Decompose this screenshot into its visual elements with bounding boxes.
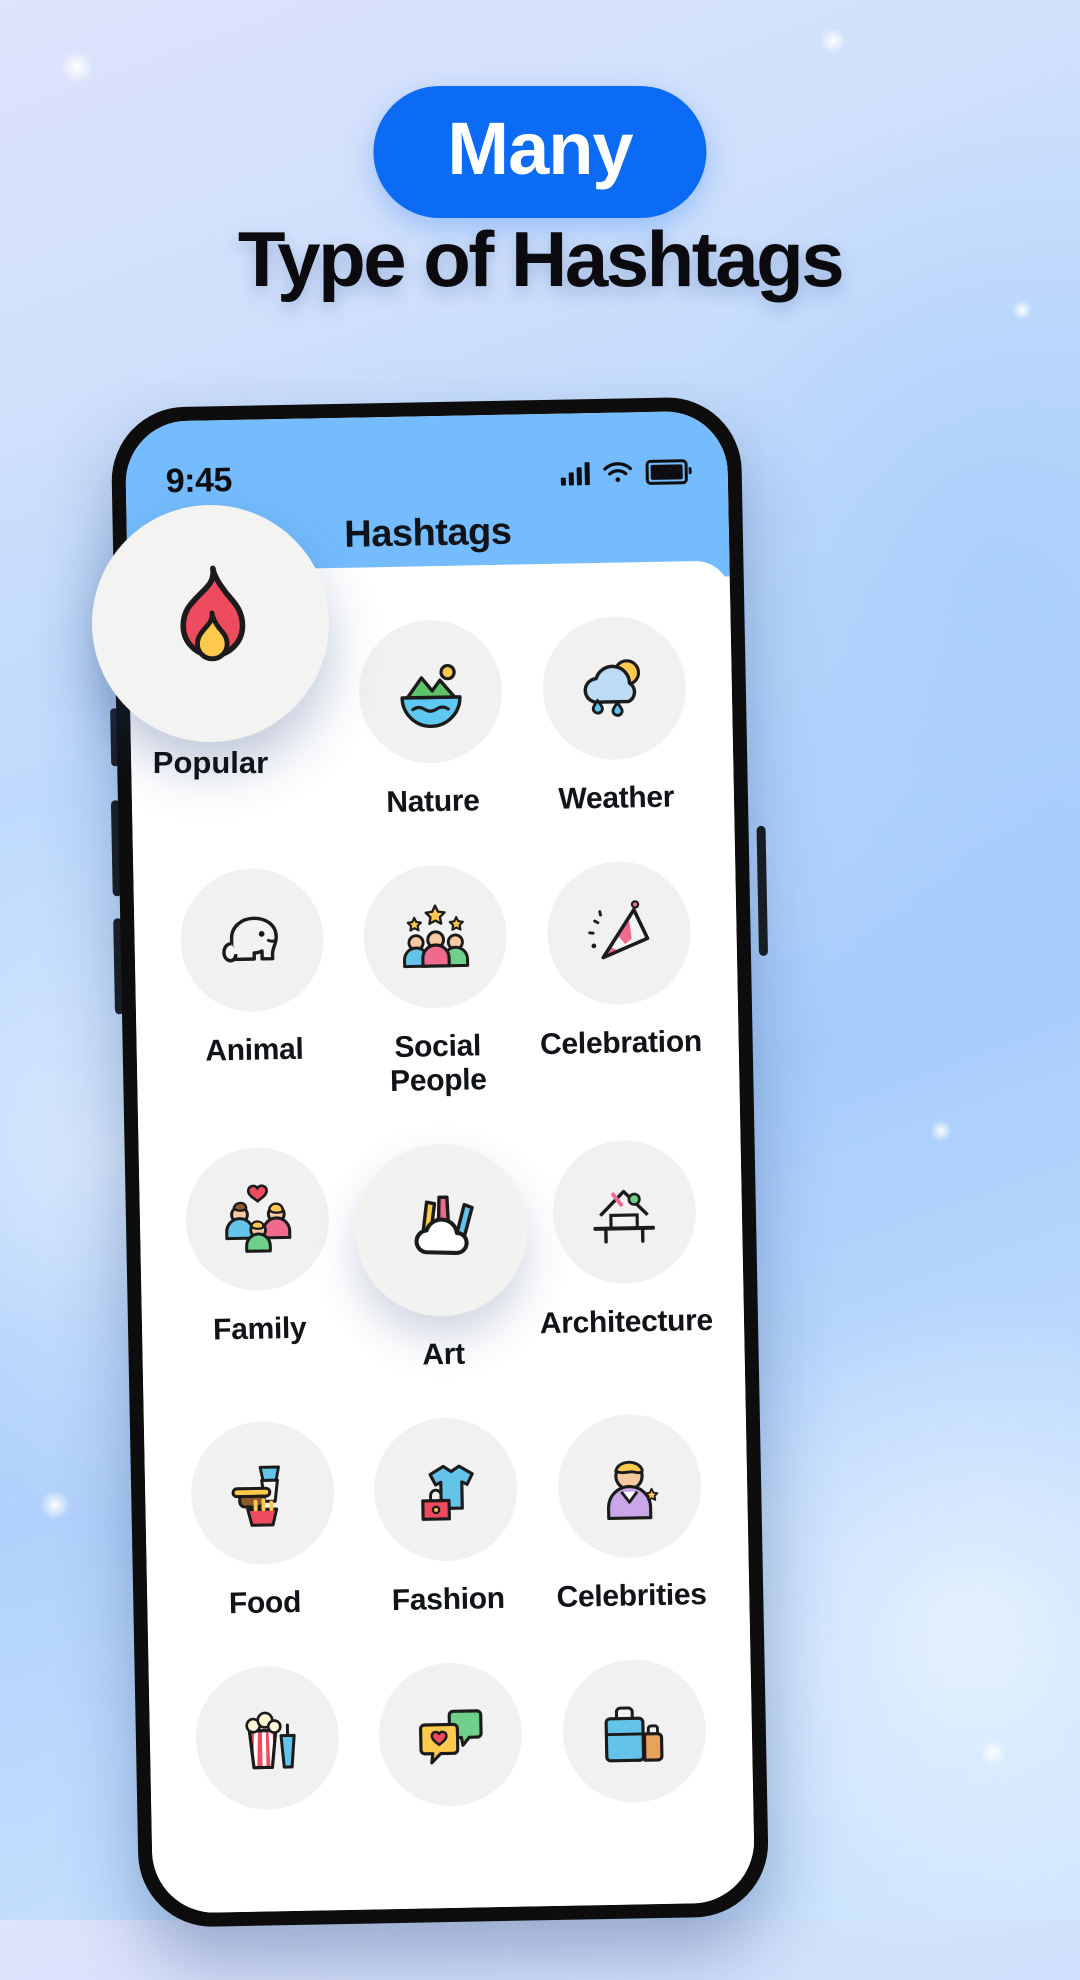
battery-full-icon [645, 458, 688, 485]
category-item-food[interactable]: Food [170, 1420, 357, 1622]
category-item-weather[interactable]: Weather [521, 615, 708, 817]
category-item-social-people[interactable]: Social People [343, 863, 531, 1099]
flame-icon [179, 565, 245, 661]
bokeh-dot [40, 1490, 70, 1520]
bokeh-dot [980, 1740, 1006, 1766]
category-item-fashion[interactable]: Fashion [353, 1416, 540, 1618]
category-label: Food [228, 1585, 302, 1621]
category-grid: Popular Nature [128, 596, 753, 1833]
category-label: Celebration [539, 1025, 703, 1062]
phone-power-button [756, 825, 769, 956]
travel-icon [604, 1705, 664, 1762]
bokeh-dot [930, 1120, 952, 1142]
elephant-icon [221, 916, 278, 962]
bokeh-dot [820, 28, 846, 54]
promo-badge: Many [373, 86, 707, 218]
chat-icon [418, 1708, 483, 1765]
nature-icon [400, 663, 462, 728]
category-label-popular: Popular [152, 745, 269, 780]
category-label: Social People [389, 1029, 487, 1099]
category-label: Family [212, 1311, 307, 1347]
category-item-animal[interactable]: Animal [159, 867, 347, 1103]
popcorn-icon [245, 1711, 296, 1769]
category-label: Celebrities [556, 1578, 707, 1614]
category-item-travel[interactable] [541, 1658, 727, 1826]
category-label: Fashion [391, 1581, 506, 1618]
food-icon [231, 1465, 280, 1527]
weather-icon [583, 658, 641, 717]
bokeh-dot [60, 50, 94, 84]
category-item-celebration[interactable]: Celebration [526, 860, 714, 1096]
category-label: Nature [386, 784, 480, 820]
category-item-family[interactable]: Family [165, 1146, 353, 1377]
signal-bars-icon [560, 461, 590, 486]
category-item-movies[interactable] [175, 1665, 361, 1833]
family-icon [224, 1183, 291, 1253]
architecture-icon [593, 1189, 656, 1243]
status-icons [560, 458, 688, 486]
category-label: Weather [558, 780, 675, 816]
people-icon [402, 903, 470, 968]
promo-headline: Type of Hashtags [237, 215, 845, 303]
category-label: Art [422, 1337, 466, 1372]
category-item-celebrities[interactable]: Celebrities [536, 1413, 723, 1615]
category-item-art[interactable]: Art [348, 1142, 536, 1373]
status-clock: 9:45 [165, 460, 233, 500]
art-icon [414, 1195, 474, 1255]
celebrity-icon [607, 1460, 659, 1520]
party-hat-icon [588, 899, 650, 959]
category-label: Animal [204, 1032, 304, 1068]
category-item-popular-floating[interactable] [92, 505, 329, 742]
category-label: Architecture [539, 1303, 714, 1341]
fashion-icon [421, 1464, 474, 1521]
wifi-icon [603, 461, 632, 482]
category-item-architecture[interactable]: Architecture [531, 1139, 719, 1370]
category-item-love[interactable] [358, 1661, 544, 1829]
category-item-nature[interactable]: Nature [338, 618, 525, 820]
